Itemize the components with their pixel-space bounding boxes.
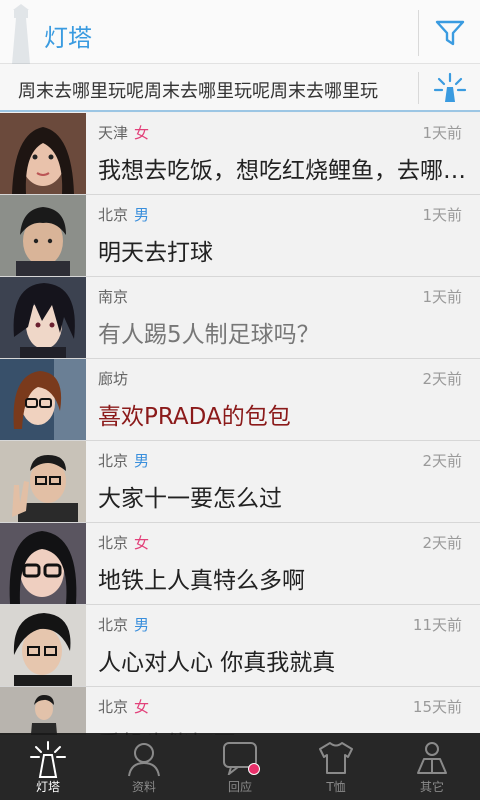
post-message: 大家十一要怎么过 bbox=[98, 486, 282, 512]
post-meta: 天津女 bbox=[98, 122, 149, 143]
beacon-light-icon bbox=[433, 72, 467, 102]
tab-lighthouse[interactable]: 灯塔 bbox=[0, 733, 96, 800]
avatar[interactable] bbox=[0, 359, 86, 440]
lighthouse-icon bbox=[30, 741, 66, 778]
avatar[interactable] bbox=[0, 441, 86, 522]
avatar[interactable] bbox=[0, 605, 86, 686]
tab-tshirt[interactable]: T恤 bbox=[288, 733, 384, 800]
post-message: 有人踢5人制足球吗？ bbox=[98, 322, 320, 348]
ticker-text: 周末去哪里玩呢周末去哪里玩呢周末去哪里玩 bbox=[18, 81, 378, 101]
list-item[interactable]: 北京男 11天前 人心对人心 你真我就真 bbox=[0, 605, 480, 687]
post-gender: 女 bbox=[134, 534, 150, 552]
beacon-button[interactable] bbox=[426, 70, 474, 106]
tab-label: 资料 bbox=[131, 780, 156, 794]
post-message: 喜欢PRADA的包包 bbox=[98, 404, 291, 430]
post-meta: 南京 bbox=[98, 286, 134, 307]
post-time: 1天前 bbox=[422, 206, 462, 224]
post-gender: 女 bbox=[134, 698, 150, 716]
tab-profile[interactable]: 资料 bbox=[96, 733, 192, 800]
lighthouse-watermark-icon bbox=[12, 4, 30, 64]
post-feed[interactable]: 天津女 1天前 我想去吃饭，想吃红烧鲤鱼，去哪里好呢 北京男 1天前 明天去打球… bbox=[0, 113, 480, 735]
page-title: 灯塔 bbox=[44, 24, 92, 52]
post-meta: 北京女 bbox=[98, 532, 149, 553]
list-item[interactable]: 北京男 1天前 明天去打球 bbox=[0, 195, 480, 277]
tab-more[interactable]: 其它 bbox=[384, 733, 480, 800]
post-city: 北京 bbox=[98, 534, 129, 552]
post-gender: 男 bbox=[134, 616, 150, 634]
tab-label: 其它 bbox=[419, 780, 444, 794]
post-city: 北京 bbox=[98, 206, 129, 224]
avatar[interactable] bbox=[0, 687, 86, 735]
list-item[interactable]: 北京女 2天前 地铁上人真特么多啊 bbox=[0, 523, 480, 605]
tab-label: 回应 bbox=[227, 780, 252, 794]
list-item[interactable]: 北京女 15天前 手机也能打开 bbox=[0, 687, 480, 735]
post-message: 人心对人心 你真我就真 bbox=[98, 650, 336, 676]
avatar[interactable] bbox=[0, 523, 86, 604]
post-time: 2天前 bbox=[422, 452, 462, 470]
list-item[interactable]: 北京男 2天前 大家十一要怎么过 bbox=[0, 441, 480, 523]
filter-button[interactable] bbox=[420, 4, 480, 62]
post-message: 我想去吃饭，想吃红烧鲤鱼，去哪里好呢 bbox=[98, 158, 470, 184]
post-meta: 北京男 bbox=[98, 614, 149, 635]
profile-icon bbox=[128, 743, 160, 777]
post-meta: 北京女 bbox=[98, 696, 149, 717]
header-divider bbox=[418, 10, 419, 56]
post-city: 北京 bbox=[98, 698, 129, 716]
ticker-divider bbox=[418, 72, 419, 104]
tshirt-icon bbox=[319, 742, 353, 774]
post-meta: 北京男 bbox=[98, 450, 149, 471]
post-meta: 北京男 bbox=[98, 204, 149, 225]
tab-label: 灯塔 bbox=[35, 780, 60, 794]
tab-responses[interactable]: 回应 bbox=[192, 733, 288, 800]
post-city: 南京 bbox=[98, 288, 129, 306]
announcement-ticker[interactable]: 周末去哪里玩呢周末去哪里玩呢周末去哪里玩 bbox=[0, 64, 480, 112]
post-gender: 男 bbox=[134, 206, 150, 224]
avatar[interactable] bbox=[0, 113, 86, 194]
post-time: 15天前 bbox=[412, 698, 462, 716]
unread-badge bbox=[248, 763, 260, 775]
post-time: 2天前 bbox=[422, 370, 462, 388]
list-item[interactable]: 廊坊 2天前 喜欢PRADA的包包 bbox=[0, 359, 480, 441]
more-icon bbox=[417, 742, 447, 774]
post-time: 1天前 bbox=[422, 124, 462, 142]
post-city: 北京 bbox=[98, 452, 129, 470]
post-meta: 廊坊 bbox=[98, 368, 134, 389]
post-message: 明天去打球 bbox=[98, 240, 213, 266]
post-time: 1天前 bbox=[422, 288, 462, 306]
avatar[interactable] bbox=[0, 277, 86, 358]
tab-label: T恤 bbox=[326, 780, 346, 794]
post-message: 地铁上人真特么多啊 bbox=[98, 568, 305, 594]
app-header: 灯塔 bbox=[0, 0, 480, 64]
post-city: 天津 bbox=[98, 124, 129, 142]
post-time: 2天前 bbox=[422, 534, 462, 552]
post-gender: 男 bbox=[134, 452, 150, 470]
post-city: 北京 bbox=[98, 616, 129, 634]
post-city: 廊坊 bbox=[98, 370, 129, 388]
post-time: 11天前 bbox=[412, 616, 462, 634]
bottom-tab-bar: 灯塔 资料 回应 T恤 其它 bbox=[0, 733, 480, 800]
list-item[interactable]: 南京 1天前 有人踢5人制足球吗？ bbox=[0, 277, 480, 359]
list-item[interactable]: 天津女 1天前 我想去吃饭，想吃红烧鲤鱼，去哪里好呢 bbox=[0, 113, 480, 195]
post-gender: 女 bbox=[134, 124, 150, 142]
filter-funnel-icon bbox=[435, 20, 465, 46]
avatar[interactable] bbox=[0, 195, 86, 276]
